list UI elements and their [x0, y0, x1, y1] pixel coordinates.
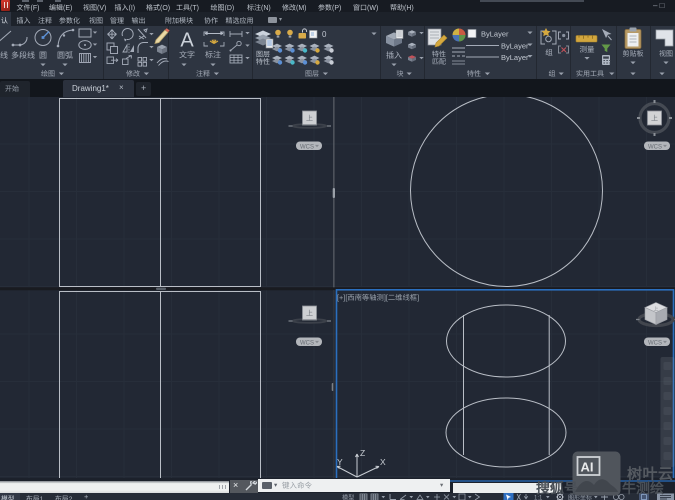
svg-text:ByLayer: ByLayer — [501, 42, 529, 51]
svg-text:文字: 文字 — [179, 51, 195, 60]
svg-text:ByLayer: ByLayer — [481, 30, 509, 39]
svg-text:上: 上 — [306, 115, 313, 123]
svg-text:匹配: 匹配 — [432, 58, 446, 66]
svg-text:上: 上 — [653, 306, 658, 313]
svg-text:多段线: 多段线 — [11, 51, 35, 60]
svg-text:Y: Y — [337, 457, 343, 467]
svg-text:上: 上 — [651, 115, 658, 123]
svg-text:绘图: 绘图 — [41, 70, 55, 78]
svg-text:圆: 圆 — [39, 51, 47, 60]
svg-text:AI: AI — [581, 460, 594, 475]
svg-text:圆弧: 圆弧 — [57, 51, 73, 60]
svg-text:0: 0 — [322, 30, 327, 39]
svg-text:X: X — [380, 457, 386, 467]
svg-text:块: 块 — [397, 70, 404, 78]
svg-text:线: 线 — [0, 51, 8, 60]
svg-text:WCS: WCS — [648, 144, 662, 150]
svg-text:标注: 标注 — [205, 51, 221, 60]
svg-text:修改: 修改 — [126, 70, 140, 78]
svg-text:剪贴板: 剪贴板 — [623, 50, 644, 58]
svg-text:图层: 图层 — [256, 51, 270, 59]
svg-text:测量: 测量 — [580, 45, 595, 54]
svg-text:组: 组 — [549, 70, 556, 78]
svg-text:图层: 图层 — [305, 70, 319, 78]
svg-text:插入: 插入 — [386, 51, 402, 60]
svg-text:上: 上 — [306, 310, 313, 318]
svg-text:视图: 视图 — [659, 50, 673, 58]
svg-text:模型: 模型 — [342, 493, 354, 500]
svg-text:注释: 注释 — [196, 70, 210, 78]
svg-text:WCS: WCS — [648, 340, 662, 346]
svg-text:特性: 特性 — [467, 70, 481, 78]
svg-text:WCS: WCS — [300, 144, 314, 150]
svg-text:[+][西南等轴测][二维线框]: [+][西南等轴测][二维线框] — [337, 293, 419, 302]
svg-text:ByLayer: ByLayer — [501, 53, 529, 62]
svg-text:Z: Z — [360, 448, 365, 458]
svg-text:特性: 特性 — [432, 51, 446, 59]
svg-text:特性: 特性 — [256, 58, 270, 66]
svg-text:WCS: WCS — [300, 340, 314, 346]
svg-text:实用工具: 实用工具 — [576, 70, 604, 78]
svg-text:组: 组 — [545, 48, 553, 57]
svg-text:A: A — [180, 30, 194, 52]
